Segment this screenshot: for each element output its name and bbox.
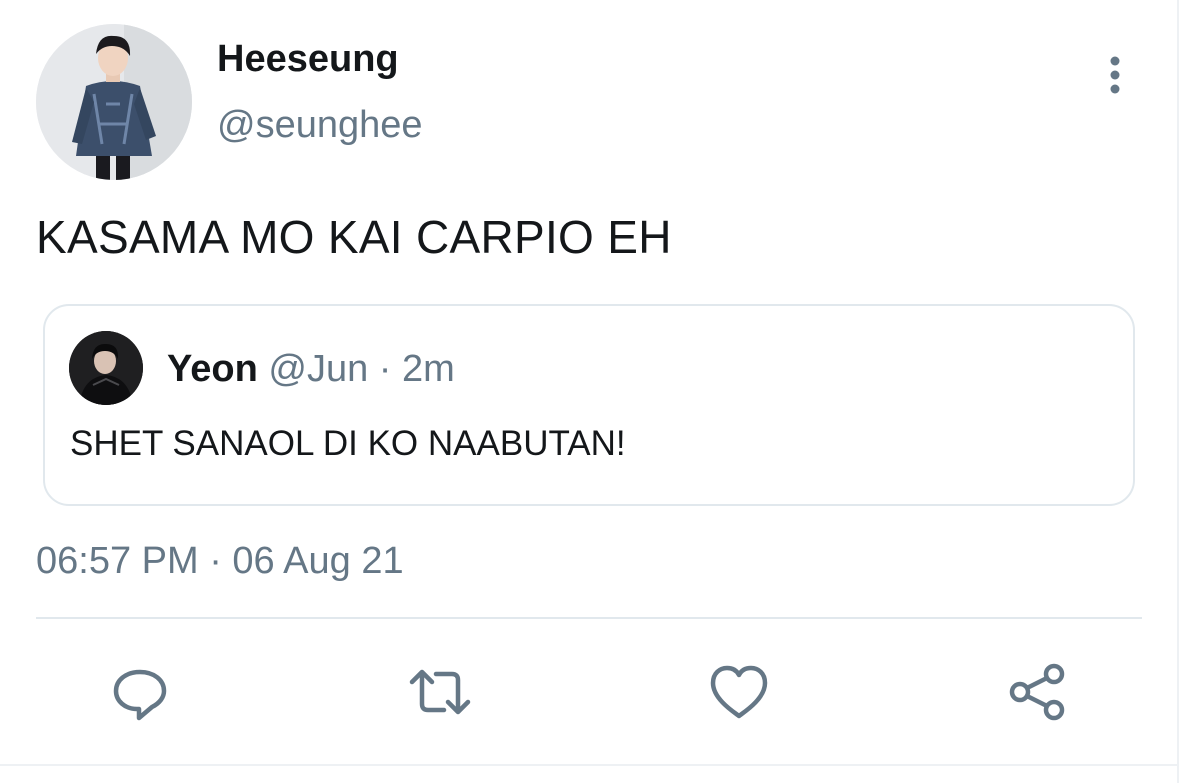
quoted-meta-separator: · <box>368 348 402 390</box>
author-handle[interactable]: @seunghee <box>217 104 423 147</box>
tweet-text: KASAMA MO KAI CARPIO EH <box>36 211 672 263</box>
share-button[interactable] <box>1006 660 1070 724</box>
like-button[interactable] <box>707 660 771 724</box>
retweet-icon <box>409 669 471 715</box>
more-options-button[interactable] <box>1100 52 1130 102</box>
quoted-tweet[interactable]: Yeon @Jun · 2m SHET SANAOL DI KO NAABUTA… <box>43 304 1135 506</box>
more-vertical-icon <box>1110 56 1120 94</box>
bottom-border <box>0 764 1179 766</box>
quoted-author-avatar <box>69 331 143 405</box>
author-avatar[interactable] <box>36 24 192 180</box>
divider <box>36 617 1142 619</box>
reply-button[interactable] <box>108 660 172 724</box>
reply-icon <box>113 669 167 721</box>
author-display-name[interactable]: Heeseung <box>217 38 399 81</box>
quoted-author-avatar-image <box>69 331 143 405</box>
author-avatar-image <box>36 24 192 180</box>
quoted-tweet-text: SHET SANAOL DI KO NAABUTAN! <box>70 424 626 463</box>
retweet-button[interactable] <box>408 660 472 724</box>
share-icon <box>1009 663 1065 721</box>
like-icon <box>710 665 768 719</box>
tweet-timestamp: 06:57 PM · 06 Aug 21 <box>36 540 404 582</box>
quoted-author-handle: @Jun <box>268 348 369 390</box>
quoted-tweet-header: Yeon @Jun · 2m <box>167 348 455 391</box>
tweet-card: Heeseung @seunghee KASAMA MO KAI CARPIO … <box>0 0 1179 783</box>
quoted-tweet-age: 2m <box>402 348 455 390</box>
quoted-author-display-name: Yeon <box>167 348 258 390</box>
